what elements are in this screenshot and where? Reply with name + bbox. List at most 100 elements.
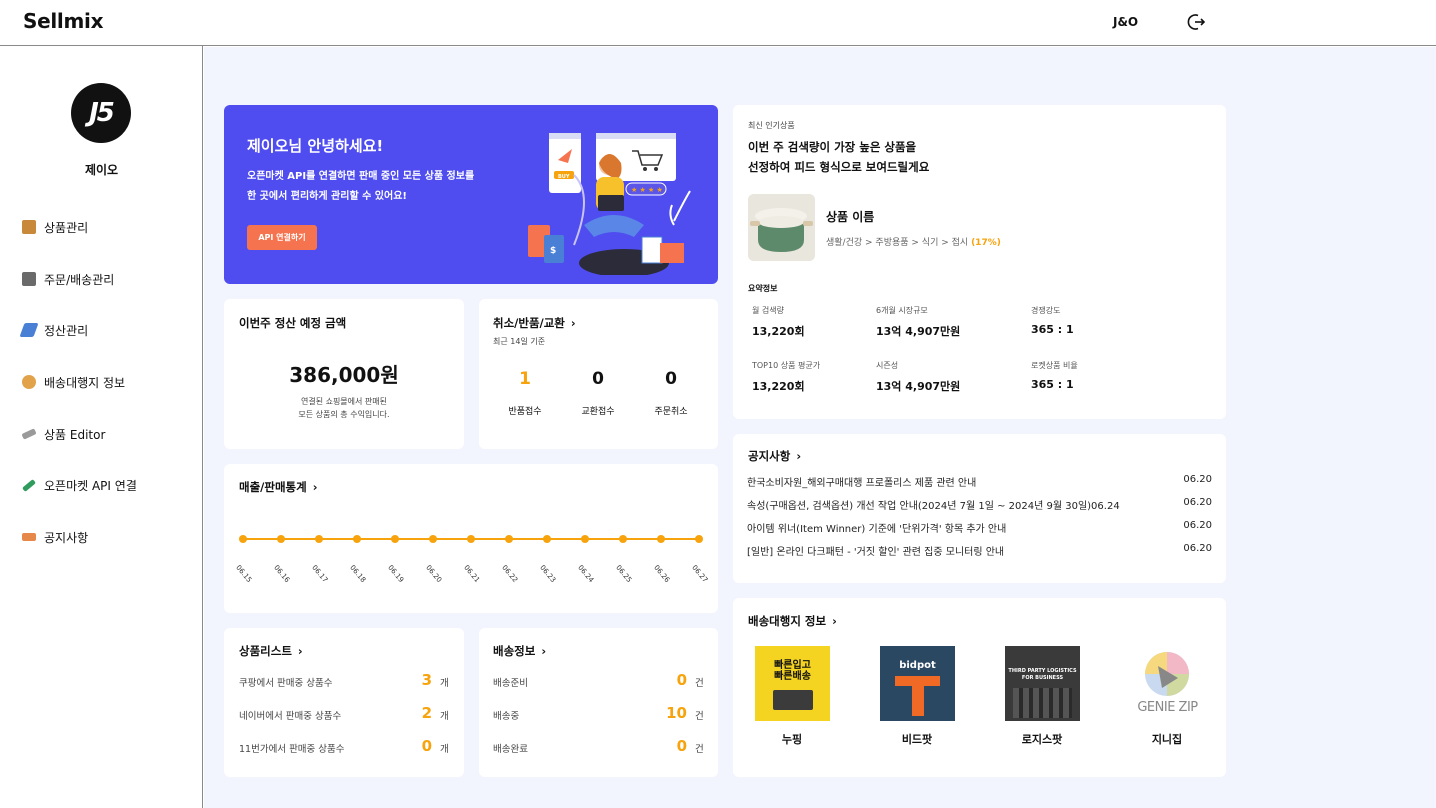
x-tick-label: 06.25 bbox=[614, 564, 633, 584]
x-tick-label: 06.22 bbox=[500, 564, 519, 584]
geniezip-logo-text: GENIE ZIP bbox=[1137, 700, 1198, 715]
sales-data-point[interactable] bbox=[657, 535, 665, 543]
shipping-row-unit: 건 bbox=[695, 744, 704, 755]
logispot-logo[interactable]: THIRD PARTY LOGISTICS FOR BUSINESS bbox=[1005, 646, 1080, 721]
box-icon bbox=[22, 220, 36, 234]
product-name[interactable]: 상품 이름 bbox=[826, 208, 874, 225]
stat-value: 13,220회 bbox=[752, 325, 805, 338]
sales-data-point[interactable] bbox=[543, 535, 551, 543]
delivery-icon bbox=[22, 272, 36, 286]
shipping-title: 배송정보 bbox=[493, 644, 536, 658]
handshake-icon bbox=[22, 375, 36, 389]
sidebar-item-api[interactable]: 오픈마켓 API 연결 bbox=[22, 474, 192, 496]
buy-tag: BUY bbox=[558, 174, 570, 180]
pot-image bbox=[748, 194, 815, 261]
sales-data-point[interactable] bbox=[505, 535, 513, 543]
notices-title: 공지사항 bbox=[748, 449, 791, 463]
product-row-value: 3 bbox=[421, 671, 432, 689]
sidebar-item-products[interactable]: 상품관리 bbox=[22, 216, 192, 238]
returns-title-link[interactable]: 취소/반품/교환 › bbox=[493, 315, 576, 331]
stat-value: 13억 4,907만원 bbox=[876, 325, 961, 338]
cancels-count: 0 bbox=[665, 369, 677, 389]
x-tick-label: 06.15 bbox=[234, 564, 253, 584]
sales-data-point[interactable] bbox=[277, 535, 285, 543]
sidebar-item-notices[interactable]: 공지사항 bbox=[22, 526, 192, 548]
sales-data-point[interactable] bbox=[429, 535, 437, 543]
sidebar-item-forwarders[interactable]: 배송대행지 정보 bbox=[22, 371, 192, 393]
product-row-unit: 개 bbox=[440, 678, 449, 689]
geniezip-name[interactable]: 지니집 bbox=[1117, 731, 1217, 747]
link-icon bbox=[22, 478, 36, 492]
logispot-name[interactable]: 로지스팟 bbox=[992, 731, 1092, 747]
bidpot-logo[interactable]: bidpot bbox=[880, 646, 955, 721]
top-header: Sellmix J&O bbox=[0, 0, 1436, 46]
product-category: 생활/건강 > 주방용품 > 식기 > 접시 bbox=[826, 238, 969, 248]
returns-label: 반품접수 bbox=[508, 407, 542, 417]
notice-date: 06.20 bbox=[1183, 520, 1212, 531]
cancels-label: 주문취소 bbox=[654, 407, 688, 417]
sidebar-item-editor[interactable]: 상품 Editor bbox=[21, 423, 192, 445]
sales-line-chart: 06.15 06.16 06.17 06.18 06.19 06.20 06.21 06.22… bbox=[234, 535, 709, 585]
notice-text: 아이템 위너(Item Winner) 기준에 '단위가격' 항목 추가 안내 bbox=[747, 524, 1007, 535]
sidebar-item-label: 정산관리 bbox=[44, 323, 89, 338]
summary-title: 요약정보 bbox=[748, 284, 778, 293]
geniezip-logo[interactable]: GENIE ZIP bbox=[1130, 646, 1205, 721]
x-tick-label: 06.27 bbox=[690, 564, 709, 584]
bidpot-mark-stem bbox=[912, 686, 924, 716]
notice-text: 한국소비자원_해외구매대행 프로폴리스 제품 관련 안내 bbox=[747, 478, 977, 489]
bidpot-name[interactable]: 비드팟 bbox=[867, 731, 967, 747]
sidebar-item-label: 공지사항 bbox=[44, 530, 89, 545]
product-list-title-link[interactable]: 상품리스트 › bbox=[239, 643, 303, 659]
sidebar-item-label: 상품 Editor bbox=[44, 427, 106, 442]
notice-item[interactable]: 속성(구매옵션, 검색옵션) 개선 작업 안내(2024년 7월 1일 ~ 20… bbox=[747, 497, 1212, 512]
notice-item[interactable]: [일반] 온라인 다크패턴 - '거짓 할인' 관련 집중 모니터링 안내 06… bbox=[747, 543, 1212, 558]
shipping-card: 배송정보 › 배송준비 0 건 배송중 10 건 배송완료 0 건 bbox=[479, 628, 718, 777]
shipping-row-value: 10 bbox=[666, 704, 687, 722]
sidebar-item-settlement[interactable]: 정산관리 bbox=[19, 319, 192, 341]
notice-item[interactable]: 한국소비자원_해외구매대행 프로폴리스 제품 관련 안내 06.20 bbox=[747, 474, 1212, 489]
shipping-row-label: 배송중 bbox=[493, 711, 520, 722]
notice-text: 속성(구매옵션, 검색옵션) 개선 작업 안내(2024년 7월 1일 ~ 20… bbox=[747, 501, 1120, 512]
api-connect-button[interactable]: API 연결하기 bbox=[247, 225, 317, 250]
shipping-row-unit: 건 bbox=[695, 711, 704, 722]
sales-data-point[interactable] bbox=[391, 535, 399, 543]
x-tick-label: 06.21 bbox=[462, 564, 481, 584]
forwarders-card: 배송대행지 정보 › 빠른입고 빠른배송 누핑 bidpot 비드팟 THIRD … bbox=[733, 598, 1226, 777]
sales-data-point[interactable] bbox=[467, 535, 475, 543]
sidebar-item-orders[interactable]: 주문/배송관리 bbox=[22, 268, 192, 290]
sales-data-point[interactable] bbox=[239, 535, 247, 543]
forwarders-title: 배송대행지 정보 bbox=[748, 614, 827, 628]
user-name: J&O bbox=[1113, 15, 1139, 29]
x-tick-label: 06.26 bbox=[652, 564, 671, 585]
product-row-value: 2 bbox=[421, 704, 432, 722]
x-tick-label: 06.19 bbox=[386, 564, 405, 584]
notices-title-link[interactable]: 공지사항 › bbox=[748, 448, 801, 464]
bidpot-logo-text: bidpot bbox=[899, 660, 936, 671]
notice-item[interactable]: 아이템 위너(Item Winner) 기준에 '단위가격' 항목 추가 안내 … bbox=[747, 520, 1212, 535]
product-category-line: 생활/건강 > 주방용품 > 식기 > 접시 (17%) bbox=[826, 235, 1001, 248]
forwarders-title-link[interactable]: 배송대행지 정보 › bbox=[748, 613, 837, 629]
settlement-desc-2: 모든 상품의 총 수익입니다. bbox=[298, 410, 390, 419]
app-logo[interactable]: Sellmix bbox=[23, 9, 103, 33]
logispot-logo-line-1: THIRD PARTY LOGISTICS bbox=[1008, 668, 1077, 674]
building-image bbox=[1013, 688, 1072, 718]
banner-text: 오픈마켓 API를 연결하면 판매 중인 모든 상품 정보를 한 곳에서 편리하… bbox=[247, 167, 474, 207]
nuping-logo[interactable]: 빠른입고 빠른배송 bbox=[755, 646, 830, 721]
stat-label: 월 검색량 bbox=[752, 306, 784, 315]
popular-headline-2: 선정하여 피드 형식으로 보여드릴게요 bbox=[748, 160, 930, 174]
logout-icon[interactable] bbox=[1187, 12, 1207, 32]
product-image[interactable] bbox=[748, 194, 815, 261]
sales-data-point[interactable] bbox=[581, 535, 589, 543]
sales-data-point[interactable] bbox=[353, 535, 361, 543]
chevron-right-icon: › bbox=[796, 449, 802, 463]
sales-data-point[interactable] bbox=[695, 535, 703, 543]
sales-data-point[interactable] bbox=[315, 535, 323, 543]
notice-date: 06.20 bbox=[1183, 474, 1212, 485]
sales-data-point[interactable] bbox=[619, 535, 627, 543]
sidebar: J5 제이오 상품관리 주문/배송관리 정산관리 배송대행지 정보 상품 Edi… bbox=[0, 46, 203, 808]
product-row-label: 11번가에서 판매중 상품수 bbox=[239, 744, 345, 755]
shipping-title-link[interactable]: 배송정보 › bbox=[493, 643, 546, 659]
nuping-name[interactable]: 누핑 bbox=[742, 731, 842, 747]
settlement-amount: 386,000원 bbox=[289, 363, 399, 387]
product-row-value: 0 bbox=[421, 737, 432, 755]
